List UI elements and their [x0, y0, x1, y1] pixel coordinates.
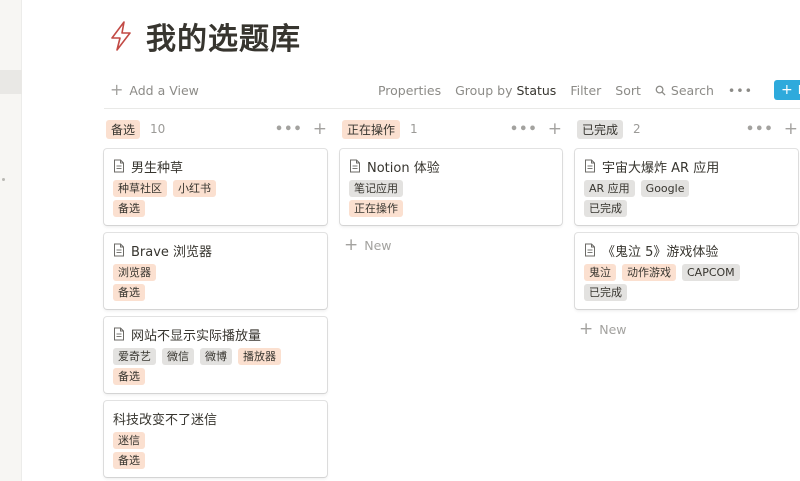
sidebar: [0, 0, 22, 481]
column-status-tag[interactable]: 备选: [106, 119, 141, 139]
board-card[interactable]: Notion 体验 笔记应用 正在操作: [340, 149, 562, 225]
column-header: 正在操作 1 ••• +: [340, 116, 562, 142]
card-tag: 播放器: [238, 348, 281, 365]
card-status-tag: 已完成: [584, 200, 627, 217]
column-count: 1: [410, 122, 418, 136]
card-tag: 微博: [200, 348, 232, 365]
document-icon: [114, 159, 124, 173]
new-card-label: New: [364, 237, 392, 253]
new-card-button[interactable]: + New: [575, 317, 798, 341]
board-card[interactable]: Brave 浏览器 浏览器 备选: [104, 233, 327, 309]
card-tag: Google: [640, 180, 690, 197]
card-tag: 微信: [162, 348, 194, 365]
board-toolbar: + Add a View Properties Group by Status …: [104, 76, 800, 104]
more-dots-icon[interactable]: •••: [746, 122, 774, 137]
plus-icon: +: [110, 80, 124, 99]
group-by-value: Status: [516, 82, 557, 98]
filter-button[interactable]: Filter: [563, 78, 608, 102]
card-status-tag: 正在操作: [349, 200, 403, 217]
card-tag: 小红书: [173, 180, 216, 197]
card-tag: 迷信: [113, 432, 145, 449]
card-title: 宇宙大爆炸 AR 应用: [602, 160, 720, 176]
properties-button[interactable]: Properties: [371, 78, 448, 102]
board-card[interactable]: 科技改变不了迷信 迷信 备选: [104, 401, 327, 477]
sort-button[interactable]: Sort: [608, 78, 648, 102]
more-dots-icon[interactable]: •••: [275, 122, 303, 137]
add-view-label: Add a View: [129, 82, 199, 98]
plus-icon: +: [344, 234, 359, 255]
new-button[interactable]: + N: [774, 80, 800, 100]
toolbar-divider: [104, 108, 800, 109]
board-column: 已完成 2 ••• + 宇宙大爆炸 AR 应用 AR 应用 Google 已完成…: [575, 116, 798, 341]
plus-icon[interactable]: +: [548, 120, 562, 138]
card-status-tag: 备选: [113, 200, 145, 217]
board-card[interactable]: 网站不显示实际播放量 爱奇艺 微信 微博 播放器 备选: [104, 317, 327, 393]
column-status-tag[interactable]: 正在操作: [342, 119, 401, 139]
card-tag: 种草社区: [113, 180, 167, 197]
column-header: 已完成 2 ••• +: [575, 116, 798, 142]
document-icon: [350, 159, 360, 173]
column-count: 10: [150, 122, 166, 136]
search-button[interactable]: Search: [648, 78, 721, 102]
card-tag: AR 应用: [584, 180, 635, 197]
plus-icon: +: [579, 318, 594, 339]
new-card-label: New: [599, 321, 627, 337]
search-label: Search: [670, 82, 714, 98]
sidebar-selected-item[interactable]: [0, 70, 22, 94]
search-icon: [655, 85, 666, 96]
card-status-tag: 已完成: [584, 284, 627, 301]
card-title: 男生种草: [131, 160, 184, 176]
add-view-button[interactable]: + Add a View: [104, 78, 205, 102]
card-status-tag: 备选: [113, 284, 145, 301]
card-status-tag: 备选: [113, 368, 145, 385]
plus-icon[interactable]: +: [313, 120, 327, 138]
card-tag: CAPCOM: [682, 264, 740, 281]
card-tag: 动作游戏: [622, 264, 676, 281]
board-card[interactable]: 《鬼泣 5》游戏体验 鬼泣 动作游戏 CAPCOM 已完成: [575, 233, 798, 309]
document-icon: [114, 243, 124, 257]
card-tag: 鬼泣: [584, 264, 616, 281]
lightning-icon: [111, 21, 131, 51]
card-title: 网站不显示实际播放量: [131, 328, 262, 344]
board-card[interactable]: 宇宙大爆炸 AR 应用 AR 应用 Google 已完成: [575, 149, 798, 225]
card-tag: 浏览器: [113, 264, 156, 281]
card-title: Notion 体验: [367, 160, 440, 176]
more-dots-icon[interactable]: •••: [721, 78, 760, 102]
plus-icon[interactable]: +: [784, 120, 798, 138]
group-by-label: Group by: [455, 82, 513, 98]
card-tag: 笔记应用: [349, 180, 403, 197]
board-card[interactable]: 男生种草 种草社区 小红书 备选: [104, 149, 327, 225]
column-header: 备选 10 ••• +: [104, 116, 327, 142]
page-header: 我的选题库: [108, 14, 301, 58]
document-icon: [114, 327, 124, 341]
page-title: 我的选题库: [146, 22, 301, 57]
more-dots-icon[interactable]: •••: [510, 122, 538, 137]
card-status-tag: 备选: [113, 452, 145, 469]
board-column: 正在操作 1 ••• + Notion 体验 笔记应用 正在操作 + New: [340, 116, 562, 257]
group-by-button[interactable]: Group by Status: [448, 78, 563, 102]
column-count: 2: [633, 122, 641, 136]
card-title: 《鬼泣 5》游戏体验: [602, 244, 719, 260]
card-tag: 爱奇艺: [113, 348, 156, 365]
document-icon: [585, 243, 595, 257]
document-icon: [585, 159, 595, 173]
new-card-button[interactable]: + New: [340, 233, 562, 257]
column-status-tag[interactable]: 已完成: [577, 119, 624, 139]
card-title: 科技改变不了迷信: [113, 412, 218, 428]
sidebar-dot: [2, 178, 5, 181]
plus-icon: +: [781, 82, 793, 98]
card-title: Brave 浏览器: [131, 244, 213, 260]
board-column: 备选 10 ••• + 男生种草 种草社区 小红书 备选 Brave 浏览器 浏: [104, 116, 327, 481]
